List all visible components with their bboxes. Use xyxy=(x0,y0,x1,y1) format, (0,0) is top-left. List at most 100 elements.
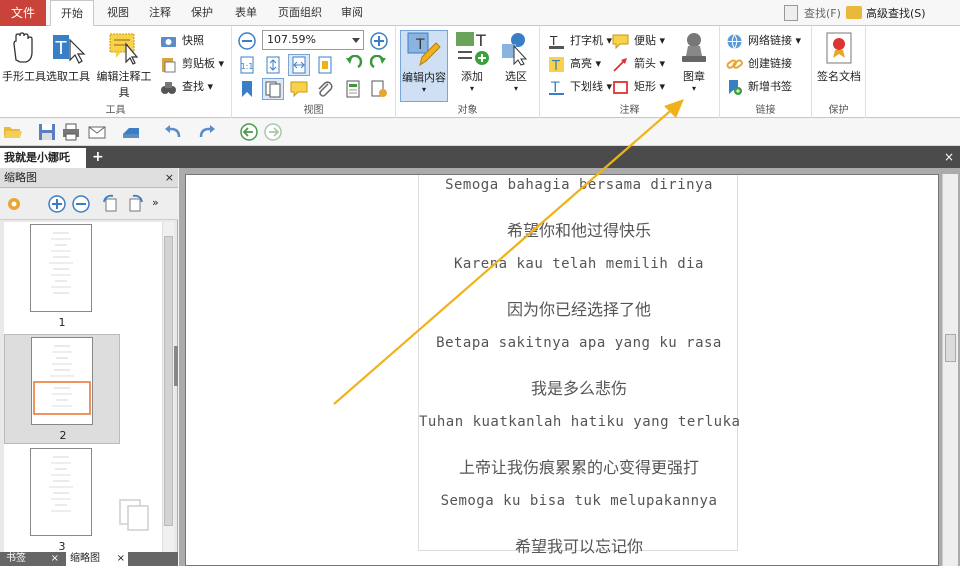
document-text-line: 因为你已经选择了他 xyxy=(506,299,651,319)
fit-width-button[interactable] xyxy=(288,54,310,76)
undo-icon xyxy=(165,125,181,138)
document-scrollbar[interactable] xyxy=(942,174,958,566)
rotate-left-button[interactable] xyxy=(342,54,364,76)
tab-bookmarks[interactable]: 书签 × xyxy=(2,552,62,566)
new-tab-button[interactable]: + xyxy=(92,149,106,165)
file-menu[interactable]: 文件 xyxy=(0,0,46,26)
fit-visible-button[interactable] xyxy=(314,54,336,76)
link-group: 网络链接 ▾ 创建链接 新增书签 链接 xyxy=(720,26,812,118)
save-icon xyxy=(39,124,55,140)
thumbnail-scrollbar[interactable] xyxy=(162,222,174,552)
typewriter-icon: T xyxy=(548,33,565,50)
fit-page-icon xyxy=(266,56,280,74)
panel-header: 缩略图 × xyxy=(0,168,178,188)
rotate-right-button[interactable] xyxy=(368,54,390,76)
paperclip-icon xyxy=(318,81,333,97)
create-link-button[interactable]: 创建链接 xyxy=(726,53,792,75)
email-button[interactable] xyxy=(86,121,108,143)
rotate-right-icon xyxy=(369,54,386,69)
save-button[interactable] xyxy=(36,121,58,143)
zoom-out-button[interactable] xyxy=(236,30,258,52)
previous-view-button[interactable] xyxy=(238,121,260,143)
scroll-thumb[interactable] xyxy=(945,334,956,362)
scan-button[interactable] xyxy=(120,121,142,143)
thumbnail-item[interactable]: 3 xyxy=(4,446,162,552)
document-text-line: Betapa sakitnya apa yang ku rasa xyxy=(436,335,722,351)
rectangle-button[interactable]: 矩形 ▾ xyxy=(612,76,665,98)
snapshot-button[interactable]: 快照 xyxy=(160,30,204,52)
next-view-button[interactable] xyxy=(262,121,284,143)
undo-button[interactable] xyxy=(162,121,184,143)
edit-annotation-tool-button[interactable]: 编辑注释工具 xyxy=(92,30,156,100)
comments-button[interactable] xyxy=(288,78,310,100)
open-button[interactable] xyxy=(2,121,24,143)
tab-thumbnails[interactable]: 缩略图 × xyxy=(66,552,128,566)
tab-home[interactable]: 开始 xyxy=(50,0,94,27)
page-settings-button[interactable] xyxy=(368,78,390,100)
document-properties-button[interactable] xyxy=(342,78,364,100)
tools-group: 手形工具 T 选取工具 编辑注释工具 快照 剪贴板 ▾ 查找 ▾ 工具 xyxy=(0,26,232,118)
zoom-in-button[interactable] xyxy=(368,30,390,52)
rotate-thumbnail-left-button[interactable] xyxy=(100,193,122,215)
pages-button[interactable] xyxy=(262,78,284,100)
thumbnail-zoom-out-button[interactable] xyxy=(70,193,92,215)
sign-document-button[interactable]: 签名文档 xyxy=(814,30,864,84)
underline-icon: T xyxy=(548,79,565,96)
thumbnail-item-selected[interactable]: 2 xyxy=(4,334,120,444)
document-page: Semoga bahagia bersama dirinya 希望你和他过得快乐 K… xyxy=(418,175,740,556)
fit-page-button[interactable] xyxy=(262,54,284,76)
tab-comment[interactable]: 注释 xyxy=(142,0,178,26)
advanced-find-button[interactable]: 高级查找(S) xyxy=(866,5,926,21)
actual-size-icon: 1:1 xyxy=(240,56,254,74)
close-panel-icon[interactable]: × xyxy=(165,168,174,188)
stamp-button[interactable]: 图章 ▾ xyxy=(672,30,716,93)
binoculars-icon xyxy=(160,79,177,96)
close-icon[interactable]: × xyxy=(117,552,128,566)
highlight-button[interactable]: T 高亮 ▾ xyxy=(548,53,601,75)
thumbnail-options-button[interactable] xyxy=(4,193,26,215)
select-area-button[interactable]: 选区 ▾ xyxy=(494,30,538,93)
attachments-button[interactable] xyxy=(314,78,336,100)
edit-content-button[interactable]: T 编辑内容 ▾ xyxy=(400,30,448,102)
svg-text:T: T xyxy=(415,37,425,53)
document-tab[interactable]: 我就是小娜吒 xyxy=(0,148,86,168)
panel-collapse-handle[interactable] xyxy=(174,346,178,386)
tab-review[interactable]: 审阅 xyxy=(334,0,370,26)
find-tool-button[interactable]: 查找 ▾ xyxy=(160,76,213,98)
more-options-icon[interactable]: » xyxy=(152,196,159,209)
web-link-button[interactable]: 网络链接 ▾ xyxy=(726,30,801,52)
note-button[interactable]: 便贴 ▾ xyxy=(612,30,665,52)
globe-icon xyxy=(726,33,743,50)
thumbnail-item[interactable]: 1 xyxy=(4,222,162,332)
rotate-right-icon xyxy=(129,194,143,212)
tab-form[interactable]: 表单 xyxy=(228,0,264,26)
zoom-level-input[interactable]: 107.59% xyxy=(262,30,364,50)
scroll-thumb[interactable] xyxy=(164,236,173,526)
rotate-left-icon xyxy=(103,194,117,212)
document-canvas[interactable]: Semoga bahagia bersama dirinya 希望你和他过得快乐 K… xyxy=(185,174,939,566)
print-button[interactable] xyxy=(60,121,82,143)
tab-protect[interactable]: 保护 xyxy=(184,0,220,26)
select-tool-button[interactable]: T 选取工具 xyxy=(46,30,90,84)
redo-icon xyxy=(199,125,215,138)
close-document-icon[interactable]: × xyxy=(944,150,956,164)
bookmark-button[interactable] xyxy=(236,78,258,100)
find-button[interactable]: 查找(F) xyxy=(804,5,841,21)
protect-group: 签名文档 保护 xyxy=(812,26,866,118)
clipboard-button[interactable]: 剪贴板 ▾ xyxy=(160,53,224,75)
add-object-button[interactable]: T 添加 ▾ xyxy=(450,30,494,93)
new-bookmark-button[interactable]: 新增书签 xyxy=(726,76,792,98)
typewriter-button[interactable]: T 打字机 ▾ xyxy=(548,30,612,52)
clipboard-icon xyxy=(160,56,177,73)
arrow-button[interactable]: 箭头 ▾ xyxy=(612,53,665,75)
redo-button[interactable] xyxy=(196,121,218,143)
close-icon[interactable]: × xyxy=(51,552,62,566)
actual-size-button[interactable]: 1:1 xyxy=(236,54,258,76)
hand-tool-button[interactable]: 手形工具 xyxy=(2,30,46,84)
ribbon: 手形工具 T 选取工具 编辑注释工具 快照 剪贴板 ▾ 查找 ▾ 工具 1:1 … xyxy=(0,26,960,118)
tab-page-organize[interactable]: 页面组织 xyxy=(272,0,328,26)
tab-view[interactable]: 视图 xyxy=(100,0,136,26)
thumbnail-zoom-in-button[interactable] xyxy=(46,193,68,215)
rotate-thumbnail-right-button[interactable] xyxy=(124,193,146,215)
underline-button[interactable]: T 下划线 ▾ xyxy=(548,76,612,98)
